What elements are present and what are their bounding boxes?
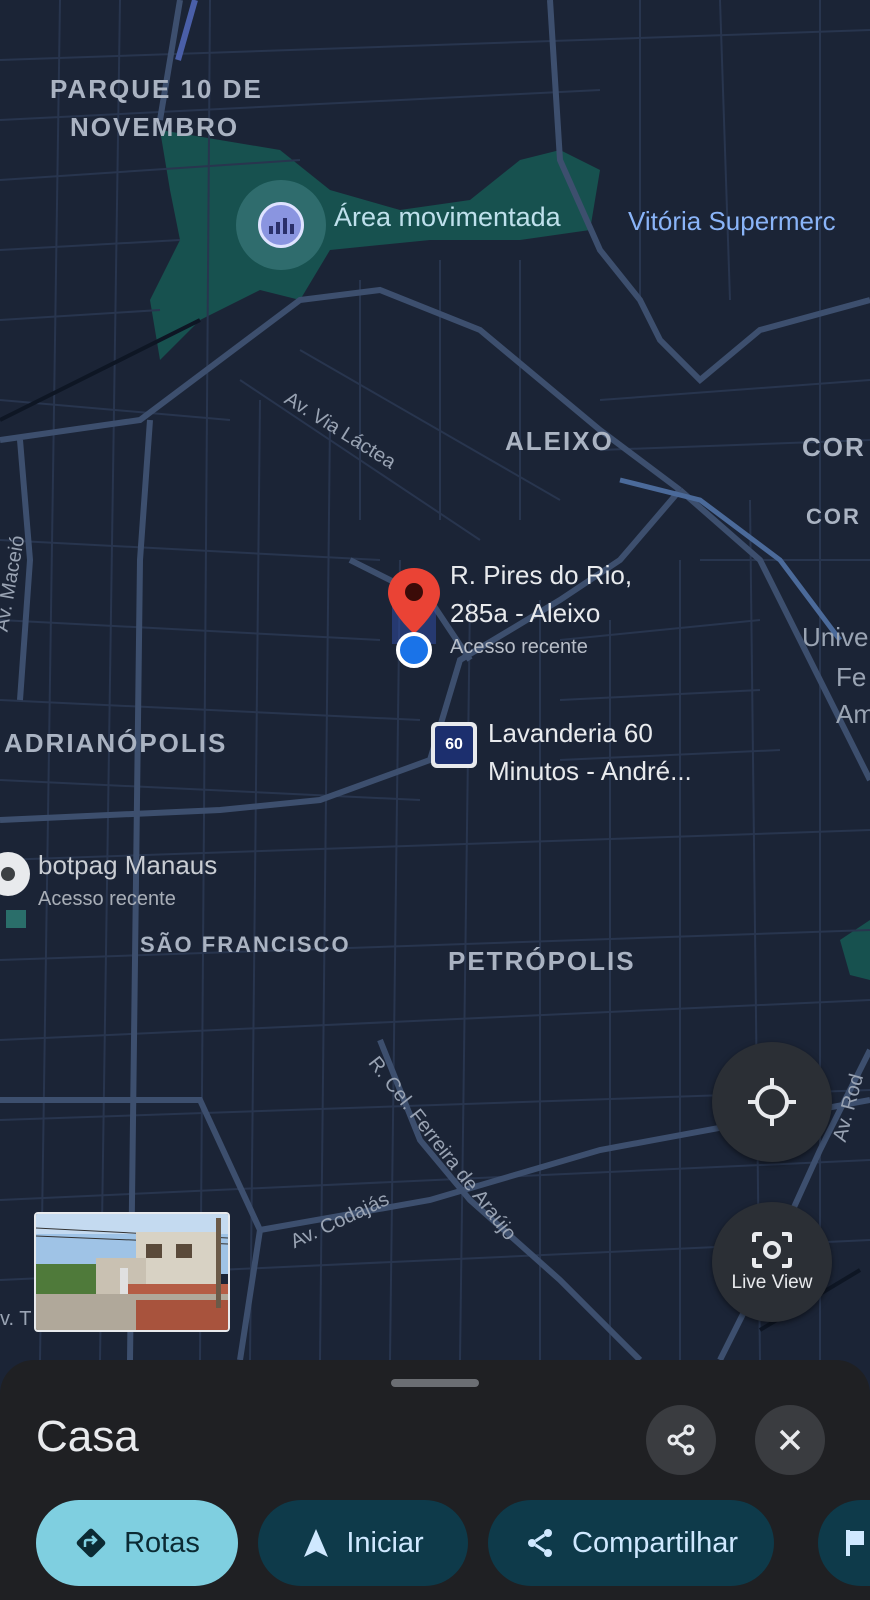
botpag-subtitle: Acesso recente [38,888,176,910]
save-chip[interactable] [818,1500,870,1586]
pin-title-line1[interactable]: R. Pires do Rio, [450,558,632,592]
area-label-adrianopolis: ADRIANÓPOLIS [4,728,228,758]
share-button[interactable] [646,1405,716,1475]
red-pin-icon[interactable] [386,566,442,636]
close-button[interactable] [755,1405,825,1475]
street-view-thumbnail[interactable] [34,1212,230,1332]
area-label-cor-2: COR [806,504,861,529]
live-view-label: Live View [731,1272,813,1293]
street-label-av-t: v. T [0,1308,32,1330]
flag-icon [846,1530,864,1556]
navigation-arrow-icon [304,1529,329,1557]
univ-label-2: Fe [836,662,867,692]
crosshair-icon [748,1078,796,1126]
my-location-button[interactable] [712,1042,832,1162]
area-label-parque-2: NOVEMBRO [70,112,240,142]
routes-label: Rotas [124,1526,200,1559]
area-label-parque: PARQUE 10 DE [50,74,263,104]
laundry-logo-text: 60 [435,726,473,764]
live-view-button[interactable]: Live View [712,1202,832,1322]
busy-area-icon[interactable] [258,202,304,248]
laundry-title-line2[interactable]: Minutos - André... [488,754,692,788]
share-chip-label: Compartilhar [572,1526,738,1559]
area-label-cor: COR [802,432,866,462]
pin-subtitle: Acesso recente [450,636,588,658]
botpag-marker [6,910,26,928]
place-bottom-sheet[interactable]: Casa Rotas Iniciar Compartilhar [0,1360,870,1600]
directions-icon [76,1528,106,1558]
laundry-title-line1[interactable]: Lavanderia 60 [488,716,653,750]
current-location-dot [396,632,432,668]
busy-area-label[interactable]: Área movimentada [334,202,561,233]
area-label-petropolis: PETRÓPOLIS [448,946,636,976]
sheet-drag-handle[interactable] [391,1379,479,1387]
place-title: Casa [36,1412,139,1461]
area-label-aleixo: ALEIXO [505,426,614,456]
start-chip[interactable]: Iniciar [258,1500,468,1586]
share-chip-icon [528,1529,552,1557]
area-label-sao-francisco: SÃO FRANCISCO [140,932,351,957]
start-label: Iniciar [346,1526,424,1559]
laundry-logo[interactable]: 60 [431,722,477,768]
camera-scan-icon [752,1232,792,1268]
share-icon [667,1424,695,1456]
univ-label-3: Am [836,699,870,729]
store-label[interactable]: Vitória Supermerc [628,206,836,237]
share-chip[interactable]: Compartilhar [488,1500,774,1586]
univ-label-1: Unive [802,622,869,652]
botpag-title[interactable]: botpag Manaus [38,848,217,882]
close-icon [779,1429,801,1451]
pin-title-line2[interactable]: 285a - Aleixo [450,596,600,630]
routes-chip[interactable]: Rotas [36,1500,238,1586]
